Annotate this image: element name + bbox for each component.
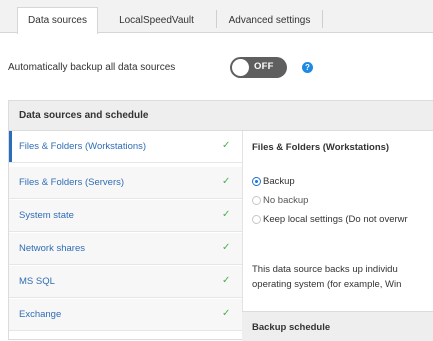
data-source-exchange[interactable]: Exchange ✓ <box>9 299 242 331</box>
check-icon: ✓ <box>222 275 231 286</box>
tab-separator <box>216 10 217 28</box>
data-source-system-state[interactable]: System state ✓ <box>9 200 242 232</box>
backup-schedule-header: Backup schedule <box>242 311 433 341</box>
radio-label: Keep local settings (Do not overwr <box>263 214 408 225</box>
radio-label: No backup <box>263 195 309 206</box>
tab-localspeedvault[interactable]: LocalSpeedVault <box>99 7 214 33</box>
tab-separator <box>322 10 323 28</box>
radio-button[interactable] <box>252 177 261 186</box>
toggle-knob <box>232 59 249 76</box>
toggle-state-label: OFF <box>254 61 274 72</box>
data-source-network-shares[interactable]: Network shares ✓ <box>9 233 242 265</box>
data-source-label: Exchange <box>19 309 62 320</box>
data-source-files-folders-workstations[interactable]: Files & Folders (Workstations) ✓ <box>9 131 242 163</box>
data-source-label: Files & Folders (Workstations) <box>19 141 147 152</box>
description-line: operating system (for example, Win <box>252 279 402 290</box>
radio-button[interactable] <box>252 196 261 205</box>
check-icon: ✓ <box>222 209 231 220</box>
auto-backup-toggle[interactable]: OFF <box>230 57 287 78</box>
data-source-label: Files & Folders (Servers) <box>19 177 125 188</box>
data-source-list: Files & Folders (Workstations) ✓ Files &… <box>9 131 242 341</box>
description-line: This data source backs up individu <box>252 264 398 275</box>
data-sources-panel: Data sources and schedule Files & Folder… <box>8 100 433 341</box>
tab-bar: Data sources LocalSpeedVault Advanced se… <box>0 0 433 34</box>
panel-header: Data sources and schedule <box>9 101 433 131</box>
data-source-label: Network shares <box>19 243 85 254</box>
tab-data-sources[interactable]: Data sources <box>17 7 98 34</box>
data-source-files-folders-servers[interactable]: Files & Folders (Servers) ✓ <box>9 167 242 199</box>
radio-label: Backup <box>263 176 295 187</box>
check-icon: ✓ <box>222 308 231 319</box>
detail-title: Files & Folders (Workstations) <box>252 142 390 153</box>
check-icon: ✓ <box>222 242 231 253</box>
data-source-ms-sql[interactable]: MS SQL ✓ <box>9 266 242 298</box>
check-icon: ✓ <box>222 176 231 187</box>
panel-title: Data sources and schedule <box>19 110 149 121</box>
data-source-label: System state <box>19 210 74 221</box>
auto-backup-label: Automatically backup all data sources <box>8 62 176 73</box>
column-divider <box>242 131 243 341</box>
backup-schedule-title: Backup schedule <box>252 322 331 333</box>
data-source-description: This data source backs up individu opera… <box>252 262 401 292</box>
tab-advanced-settings[interactable]: Advanced settings <box>218 7 321 33</box>
data-source-label: MS SQL <box>19 276 55 287</box>
check-icon: ✓ <box>222 140 231 151</box>
question-circle-icon[interactable]: ? <box>302 62 313 73</box>
radio-button[interactable] <box>252 215 261 224</box>
